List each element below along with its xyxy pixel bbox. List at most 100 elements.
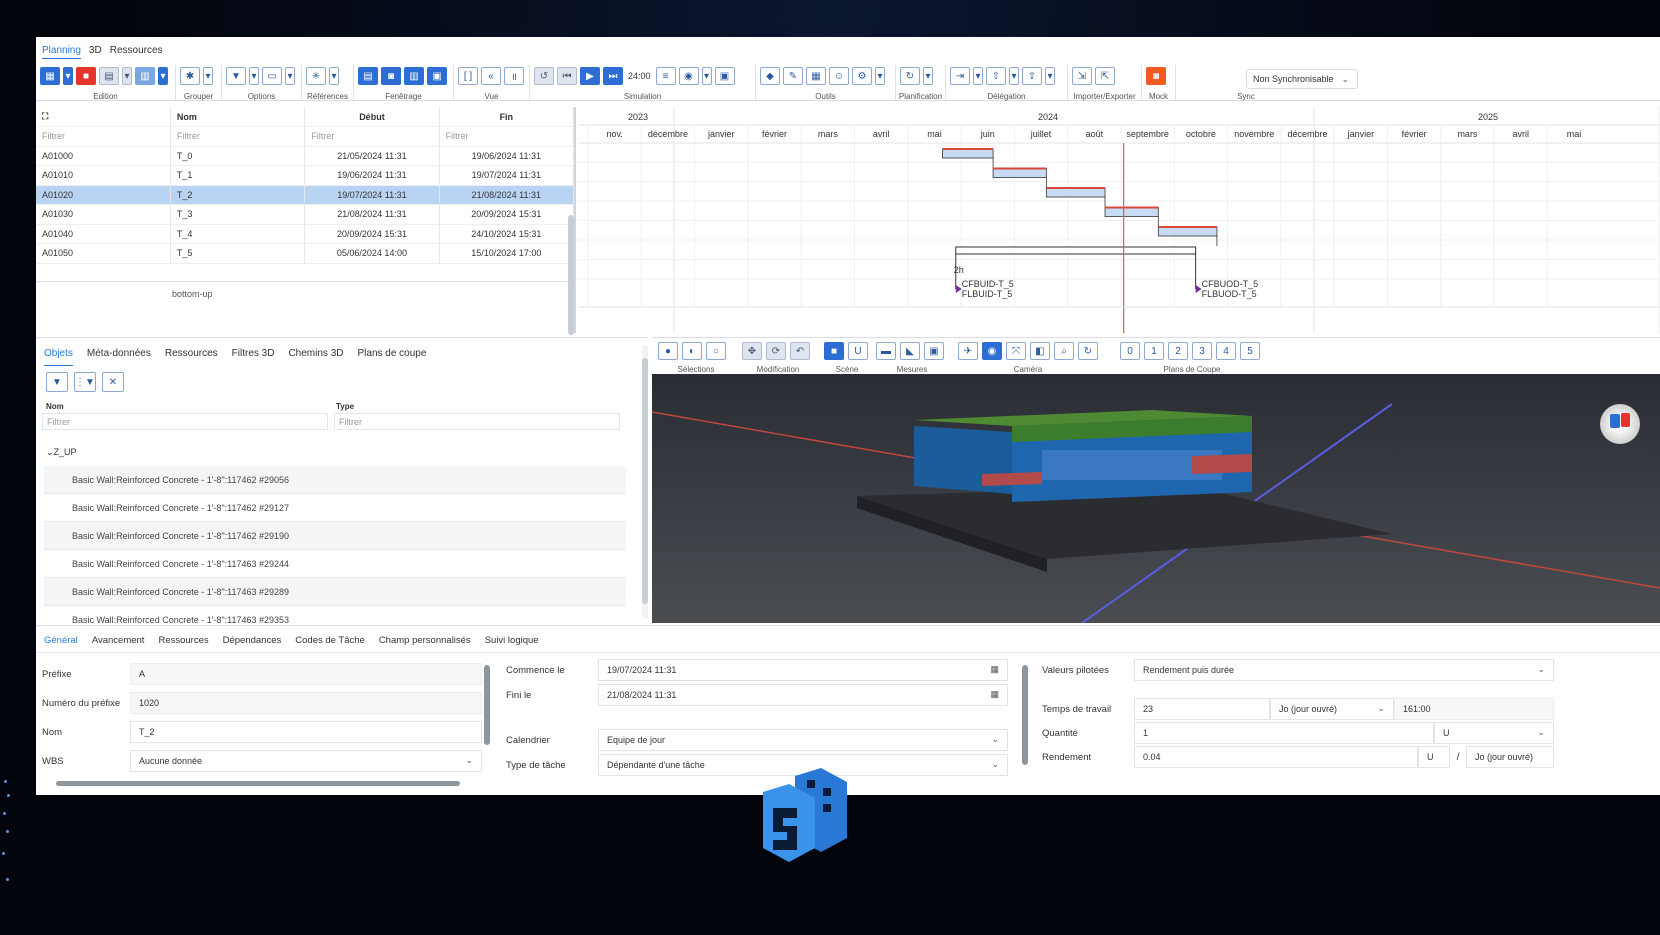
import-icon[interactable]: ⇲ (1072, 67, 1092, 85)
tab-meta-donnees[interactable]: Méta-données (87, 348, 151, 366)
view-cube-icon[interactable] (1600, 404, 1640, 444)
gantt-canvas[interactable]: 2023 2024 2025 nov. décembre janvier février ma… (578, 107, 1660, 333)
dropdown-icon[interactable]: ▾ (701, 67, 712, 85)
scene-u-icon[interactable]: U (848, 342, 868, 360)
list-item[interactable]: Basic Wall:Reinforced Concrete - 1'-8":1… (44, 522, 626, 550)
plane-3-button[interactable]: 3 (1192, 342, 1212, 360)
filter-debut[interactable]: Filtrer (304, 126, 440, 147)
rendement-unit-select[interactable]: U (1418, 746, 1450, 768)
table-row[interactable]: A01010 T_1 19/06/2024 11:31 19/07/2024 11:3… (36, 165, 575, 186)
tab-dependances[interactable]: Dépendances (223, 635, 282, 652)
grid-scrollbar[interactable] (568, 215, 574, 335)
calendrier-select[interactable]: Equipe de jour ⌄ (598, 729, 1008, 751)
filter-type-input[interactable]: Filtrer (334, 413, 620, 430)
area-icon[interactable]: ▣ (924, 342, 944, 360)
grid-header-icon[interactable]: ⛶ (36, 107, 171, 127)
zoom-icon[interactable]: ⌕ (1054, 342, 1074, 360)
window-split-icon[interactable]: ▥ (404, 67, 424, 85)
mock-icon[interactable]: ◙ (1146, 67, 1166, 85)
dropdown-icon[interactable]: ▾ (973, 67, 983, 85)
wbs-select[interactable]: Aucune donnée ⌄ (130, 750, 482, 772)
tab-filtres-3d[interactable]: Filtres 3D (232, 348, 275, 366)
horizontal-scrollbar[interactable] (44, 779, 476, 787)
ruler-icon[interactable]: ▬ (876, 342, 896, 360)
clear-filter-icon[interactable]: ✕ (102, 372, 124, 392)
commence-field[interactable]: 19/07/2024 11:31 ▦ (598, 659, 1008, 681)
filter-icon[interactable]: ▼ (46, 372, 68, 392)
select-none-icon[interactable]: ○ (706, 342, 726, 360)
dropdown-icon[interactable]: ▾ (249, 67, 259, 85)
quantite-unit-select[interactable]: U ⌄ (1434, 722, 1554, 744)
tab-3d[interactable]: 3D (89, 45, 102, 59)
tab-plans-de-coupe[interactable]: Plans de coupe (357, 348, 426, 366)
angle-icon[interactable]: ◣ (900, 342, 920, 360)
scrollbar-thumb[interactable] (56, 781, 460, 786)
list-item[interactable]: Basic Wall:Reinforced Concrete - 1'-8":1… (44, 466, 626, 494)
export-icon[interactable]: ⇱ (1095, 67, 1115, 85)
tab-general[interactable]: Général (44, 635, 78, 652)
paste-icon[interactable]: ▥ (135, 67, 155, 85)
window-layout-icon[interactable]: ▣ (427, 67, 447, 85)
plane-2-button[interactable]: 2 (1168, 342, 1188, 360)
numero-field[interactable]: 1020 (130, 692, 482, 714)
plane-1-button[interactable]: 1 (1144, 342, 1164, 360)
skip-forward-icon[interactable]: ⏭ (603, 67, 623, 85)
delegate-icon[interactable]: ⇥ (950, 67, 970, 85)
schedule-icon[interactable]: ↻ (900, 67, 920, 85)
simulation-time[interactable]: 24:00 (626, 67, 653, 83)
tab-objets[interactable]: Objets (44, 348, 73, 366)
camera-icon[interactable]: ▣ (714, 67, 735, 85)
filter-id[interactable]: Filtrer (36, 126, 171, 147)
scene-solid-icon[interactable]: ■ (824, 342, 844, 360)
plane-5-button[interactable]: 5 (1240, 342, 1260, 360)
select-all-icon[interactable]: ● (658, 342, 678, 360)
rendement-unit2-select[interactable]: Jo (jour ouvré) (1466, 746, 1554, 768)
quantite-field[interactable]: 1 (1134, 722, 1434, 744)
tab-chemins-3d[interactable]: Chemins 3D (288, 348, 343, 366)
camera-walk-icon[interactable]: ✈ (958, 342, 978, 360)
form-scrollbar[interactable] (484, 665, 490, 745)
sync-select[interactable]: Non Synchronisable ⌄ (1246, 69, 1358, 89)
plane-4-button[interactable]: 4 (1216, 342, 1236, 360)
tab-ressources[interactable]: Ressources (110, 45, 163, 59)
copy-icon[interactable]: ▤ (99, 67, 119, 85)
rotate-icon[interactable]: ⟳ (766, 342, 786, 360)
dropdown-icon[interactable]: ▾ (122, 67, 132, 85)
list-item[interactable]: Basic Wall:Reinforced Concrete - 1'-8":1… (44, 494, 626, 522)
tab-ressources[interactable]: Ressources (158, 635, 208, 652)
fini-field[interactable]: 21/08/2024 11:31 ▦ (598, 684, 1008, 706)
skip-back-icon[interactable]: ⏮ (557, 67, 577, 85)
table-row[interactable]: A01040 T_4 20/09/2024 15:31 24/10/2024 15:3… (36, 224, 575, 244)
dropdown-icon[interactable]: ▾ (875, 67, 885, 85)
fit-all-icon[interactable]: ⤧ (1006, 342, 1026, 360)
dropdown-icon[interactable]: ▾ (923, 67, 933, 85)
group-icon[interactable]: ✱ (180, 67, 200, 85)
calendar-icon[interactable]: ▦ (990, 664, 999, 675)
col-nom[interactable]: Nom (170, 107, 306, 127)
delegate-out-icon[interactable]: ⇪ (1022, 67, 1042, 85)
col-nom[interactable]: Nom (46, 402, 336, 411)
undo-icon[interactable]: ↶ (790, 342, 810, 360)
reset-icon[interactable]: ↺ (534, 67, 554, 85)
collapse-icon[interactable]: « (481, 67, 501, 85)
valeurs-select[interactable]: Rendement puis durée ⌄ (1134, 659, 1554, 681)
building-model[interactable] (652, 374, 1660, 623)
reference-icon[interactable]: ✳ (306, 67, 326, 85)
users-icon[interactable]: ☺ (829, 67, 849, 85)
new-task-icon[interactable]: ▦ (40, 67, 60, 85)
filter-nom-input[interactable]: Filtrer (42, 413, 328, 430)
table-row[interactable]: A01050 T_5 05/06/2024 14:00 15/10/2024 17:0… (36, 243, 575, 264)
tab-planning[interactable]: Planning (42, 45, 81, 59)
dropdown-icon[interactable]: ▾ (203, 67, 213, 85)
dropdown-icon[interactable]: ▾ (63, 67, 73, 85)
filter-nom[interactable]: Filtrer (170, 126, 306, 147)
tab-avancement[interactable]: Avancement (92, 635, 145, 652)
delegate-up-icon[interactable]: ⇧ (986, 67, 1006, 85)
select-half-icon[interactable]: ◐ (682, 342, 702, 360)
filter-tree-icon[interactable]: ⋮▼ (74, 372, 96, 392)
orbit-icon[interactable]: ◉ (982, 342, 1002, 360)
col-debut[interactable]: Début (304, 107, 440, 127)
col-type[interactable]: Type (336, 402, 354, 411)
list-item[interactable]: Basic Wall:Reinforced Concrete - 1'-8":1… (44, 578, 626, 606)
list-item[interactable]: Basic Wall:Reinforced Concrete - 1'-8":1… (44, 550, 626, 578)
